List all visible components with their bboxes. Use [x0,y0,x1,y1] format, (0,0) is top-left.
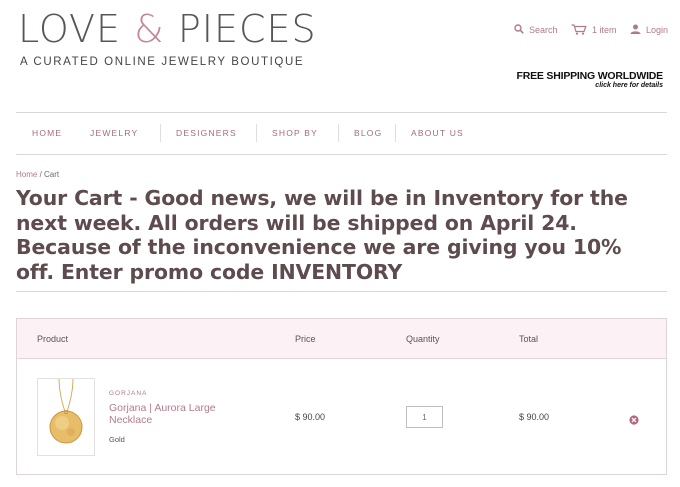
site-logo[interactable]: LOVE & PIECES A CURATED ONLINE JEWELRY B… [18,6,316,70]
free-shipping-text: FREE SHIPPING WORLDWIDE [516,70,664,82]
product-variant: Gold [109,435,125,444]
nav-item-shop-by[interactable]: SHOP BY [272,113,318,154]
nav-item-blog[interactable]: BLOG [354,113,382,154]
search-label: Search [529,25,558,35]
user-icon [630,24,641,36]
remove-icon [629,415,639,425]
nav-divider [395,124,396,142]
search-icon [514,24,524,36]
necklace-image [49,378,83,444]
nav-item-jewelry[interactable]: JEWELRY [90,113,138,154]
nav-divider [338,124,339,142]
login-label: Login [646,25,669,35]
logo-tagline: A CURATED ONLINE JEWELRY BOUTIQUE [20,56,305,68]
column-header-total: Total [519,334,539,344]
free-shipping-details-link[interactable]: click here for details [505,82,663,89]
product-name-link[interactable]: Gorjana | Aurora Large Necklace [109,402,259,426]
column-header-quantity: Quantity [406,334,440,344]
column-header-product: Product [37,334,69,344]
cart-count-label: 1 item [592,25,617,35]
cart-icon [571,23,587,37]
nav-item-about-us[interactable]: ABOUT US [411,113,464,154]
nav-divider [256,124,257,142]
main-nav: HOME JEWELRY DESIGNERS SHOP BY BLOG ABOU… [16,112,667,155]
quantity-input[interactable] [406,406,443,428]
breadcrumb: Home / Cart [16,170,59,179]
product-thumbnail[interactable] [37,378,95,456]
product-brand: GORJANA [109,390,148,397]
breadcrumb-separator: / [37,170,45,179]
breadcrumb-home-link[interactable]: Home [16,170,37,179]
nav-item-home[interactable]: HOME [32,113,62,154]
logo-wordmark: LOVE & PIECES [18,7,317,51]
cart-table-header: Product Price Quantity Total [17,319,666,359]
free-shipping-banner[interactable]: FREE SHIPPING WORLDWIDE click here for d… [505,70,664,89]
column-header-price: Price [295,334,316,344]
title-divider [16,291,667,292]
nav-item-designers[interactable]: DESIGNERS [176,113,237,154]
search-link[interactable]: Search [514,22,558,38]
item-price: $ 90.00 [295,412,326,422]
cart-link[interactable]: 1 item [571,22,617,38]
cart-table: Product Price Quantity Total GORJANA Gor… [16,318,667,475]
login-link[interactable]: Login [630,22,668,38]
page-title: Your Cart - Good news, we will be in Inv… [16,186,628,285]
item-total: $ 90.00 [519,412,550,422]
breadcrumb-current: Cart [44,170,60,179]
nav-divider [160,124,161,142]
remove-item-button[interactable] [629,412,639,425]
